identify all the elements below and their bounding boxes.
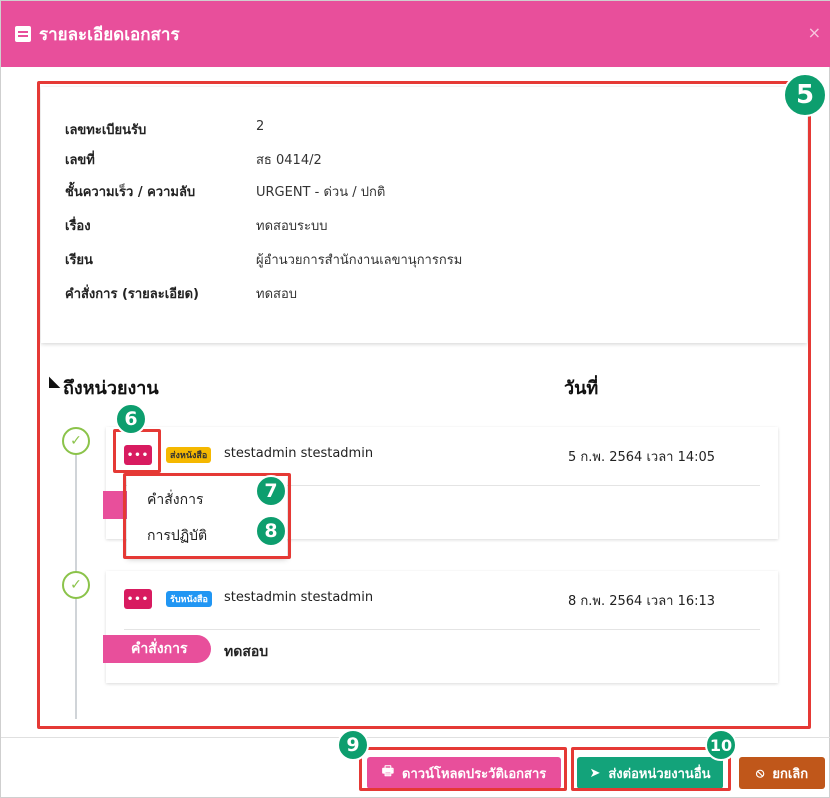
callout-badge: 8 xyxy=(255,515,287,547)
timeline-heading: ถึงหน่วยงาน xyxy=(37,373,159,402)
modal-header: รายละเอียดเอกสาร × xyxy=(1,1,830,67)
timeline-heading-text: ถึงหน่วยงาน xyxy=(63,378,159,399)
info-label: เลขที่ xyxy=(65,153,95,168)
document-icon xyxy=(15,26,31,42)
instruction-pill: คำสั่งการ xyxy=(103,635,211,663)
info-label: ชั้นความเร็ว / ความลับ xyxy=(65,185,196,200)
forward-button[interactable]: ➤ ส่งต่อหน่วยงานอื่น xyxy=(577,757,723,789)
callout-badge: 10 xyxy=(705,729,737,761)
info-row-priority: ชั้นความเร็ว / ความลับ URGENT - ด่วน / ป… xyxy=(65,181,385,202)
entry-user: stestadmin stestadmin xyxy=(224,590,374,605)
cancel-button[interactable]: ⦸ ยกเลิก xyxy=(739,757,825,789)
info-value: สธ 0414/2 xyxy=(256,153,322,168)
forward-label: ส่งต่อหน่วยงานอื่น xyxy=(608,766,711,782)
info-value: ผู้อำนวยการสำนักงานเลขานุการกรม xyxy=(256,253,463,268)
download-history-button[interactable]: 🖶 ดาวน์โหลดประวัติเอกสาร xyxy=(367,757,561,789)
info-value: ทดสอบ xyxy=(256,287,298,302)
entry-date: 5 ก.พ. 2564 เวลา 14:05 xyxy=(568,450,716,465)
instruction-value: ทดสอบ xyxy=(224,644,269,660)
info-row-to: เรียน ผู้อำนวยการสำนักงานเลขานุการกรม xyxy=(65,249,462,270)
send-icon xyxy=(37,376,61,399)
check-circle-icon: ✓ xyxy=(62,427,90,455)
callout-badge: 6 xyxy=(115,403,147,435)
entry-date: 8 ก.พ. 2564 เวลา 16:13 xyxy=(568,594,716,609)
document-detail-modal: รายละเอียดเอกสาร × เลขทะเบียนรับ 2 เลขที… xyxy=(0,0,830,798)
close-icon[interactable]: × xyxy=(808,23,821,42)
download-history-label: ดาวน์โหลดประวัติเอกสาร xyxy=(402,766,547,782)
modal-title: รายละเอียดเอกสาร xyxy=(39,24,180,45)
info-label: เรื่อง xyxy=(65,219,91,234)
status-badge: ส่งหนังสือ xyxy=(166,447,212,463)
info-label: เลขทะเบียนรับ xyxy=(65,123,147,138)
info-label: คำสั่งการ (รายละเอียด) xyxy=(65,287,199,302)
entry-divider xyxy=(124,629,760,630)
menu-item-action[interactable]: การปฏิบัติ xyxy=(147,525,207,547)
date-heading: วันที่ xyxy=(564,378,599,399)
callout-badge: 9 xyxy=(337,729,369,761)
callout-badge: 5 xyxy=(783,73,827,117)
check-circle-icon: ✓ xyxy=(62,571,90,599)
ban-icon: ⦸ xyxy=(755,765,765,781)
info-value: URGENT - ด่วน / ปกติ xyxy=(256,185,386,200)
status-badge: รับหนังสือ xyxy=(166,591,212,607)
info-row-subject: เรื่อง ทดสอบระบบ xyxy=(65,215,327,236)
entry-user: stestadmin stestadmin xyxy=(224,446,374,461)
info-row-instruction: คำสั่งการ (รายละเอียด) ทดสอบ xyxy=(65,283,297,304)
callout-badge: 7 xyxy=(255,475,287,507)
cancel-label: ยกเลิก xyxy=(772,766,809,782)
info-value: 2 xyxy=(256,119,265,134)
info-row-doc-no: เลขที่ สธ 0414/2 xyxy=(65,149,322,170)
send-icon: ➤ xyxy=(589,765,601,781)
document-info-card: เลขทะเบียนรับ 2 เลขที่ สธ 0414/2 ชั้นควา… xyxy=(41,87,807,343)
print-icon: 🖶 xyxy=(381,764,395,779)
info-row-receive-no: เลขทะเบียนรับ 2 xyxy=(65,119,264,140)
timeline-entry: ••• รับหนังสือ stestadmin stestadmin 8 ก… xyxy=(103,571,778,683)
info-value: ทดสอบระบบ xyxy=(256,219,328,234)
info-label: เรียน xyxy=(65,253,93,268)
entry-menu-button[interactable]: ••• xyxy=(124,445,152,465)
entry-menu-button[interactable]: ••• xyxy=(124,589,152,609)
menu-item-instruction[interactable]: คำสั่งการ xyxy=(147,489,203,511)
